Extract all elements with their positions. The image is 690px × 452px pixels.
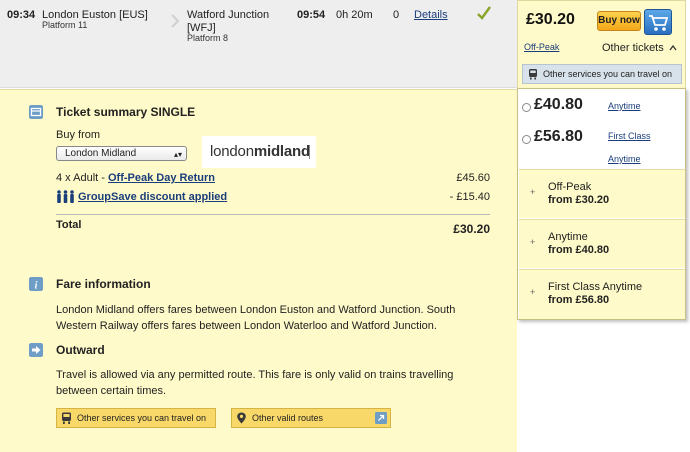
journey-changes: 0 [393, 9, 400, 21]
retailer-select[interactable]: London Midland ▴▾ [56, 146, 187, 161]
london-midland-logo: londonmidland [202, 136, 316, 168]
ticket-option-price: £40.80 [534, 96, 583, 113]
buy-from-label: Buy from [56, 129, 101, 141]
fare-family-price: from £40.80 [548, 244, 610, 256]
price-panel: £30.20 Buy now Off-Peak Other tickets Ot… [517, 0, 686, 88]
train-icon [62, 412, 71, 424]
departure-platform: Platform 11 [42, 20, 88, 30]
chevron-right-icon [171, 14, 180, 28]
journey-row[interactable]: 09:34 London Euston [EUS] Platform 11 Wa… [0, 0, 517, 88]
fare-family-name: Anytime [548, 231, 588, 243]
arrow-right-icon [29, 343, 43, 357]
summary-divider [56, 214, 490, 215]
fare-type-link[interactable]: Off-Peak [524, 42, 559, 52]
ticket-summary-panel: Ticket summary SINGLE Buy from London Mi… [0, 89, 517, 452]
fare-family-name: First Class Anytime [548, 281, 643, 293]
fare-family-anytime[interactable]: + Anytime from £40.80 [519, 219, 685, 268]
groupsave-link[interactable]: GroupSave discount applied [78, 191, 227, 203]
fare-line-prefix: 4 x Adult - [56, 172, 108, 184]
retailer-selected: London Midland [65, 148, 137, 159]
ticket-icon [29, 105, 43, 119]
other-services-bar[interactable]: Other services you can travel on [522, 64, 682, 84]
other-tickets-dropdown: £40.80 Anytime £56.80 First Class Anytim… [517, 88, 686, 320]
other-valid-routes-label: Other valid routes [252, 413, 324, 423]
expand-icon: + [530, 287, 536, 297]
arrival-platform: Platform 8 [187, 33, 229, 43]
other-services-label: Other services you can travel on [543, 69, 673, 79]
svg-text:i: i [35, 281, 38, 292]
ticket-option-anytime[interactable]: £40.80 Anytime [518, 95, 685, 123]
fare-name-link[interactable]: Off-Peak Day Return [108, 172, 215, 184]
ticket-option-type-link-2[interactable]: Anytime [608, 154, 641, 164]
ticket-option-first-class[interactable]: £56.80 First Class Anytime [518, 127, 685, 164]
fare-line: 4 x Adult - Off-Peak Day Return [56, 172, 215, 184]
ticket-option-radio[interactable] [522, 135, 531, 144]
ticket-option-price: £56.80 [534, 128, 583, 145]
arrival-station: Watford Junction [WFJ] [187, 9, 270, 34]
basket-button[interactable] [644, 9, 672, 35]
fare-family-off-peak[interactable]: + Off-Peak from £30.20 [519, 169, 685, 218]
selected-price: £30.20 [526, 11, 575, 28]
departure-time: 09:34 [7, 9, 36, 21]
fare-family-name: Off-Peak [548, 181, 592, 193]
total-amount: £30.20 [453, 222, 490, 236]
ticket-option-type-link[interactable]: Anytime [608, 101, 641, 111]
other-tickets-label: Other tickets [602, 42, 664, 54]
train-icon [529, 69, 537, 80]
other-services-button-label: Other services you can travel on [77, 413, 207, 423]
expand-icon: + [530, 237, 536, 247]
ticket-option-radio[interactable] [522, 103, 531, 112]
total-label: Total [56, 219, 82, 231]
outward-title: Outward [56, 343, 105, 357]
info-icon: i [29, 277, 43, 291]
outward-text: Travel is allowed via any permitted rout… [56, 369, 454, 397]
fare-amount: £45.60 [456, 172, 490, 184]
chevron-up-icon [669, 44, 677, 51]
other-valid-routes-button[interactable]: Other valid routes [231, 408, 391, 428]
arrival-time: 09:54 [297, 9, 326, 21]
fare-info-title: Fare information [56, 277, 151, 291]
basket-icon [649, 15, 669, 31]
fare-family-first-class-anytime[interactable]: + First Class Anytime from £56.80 [519, 269, 685, 319]
other-services-button[interactable]: Other services you can travel on [56, 408, 216, 428]
ticket-option-type-link[interactable]: First Class [608, 131, 651, 141]
group-icon [57, 190, 74, 203]
map-pin-icon [237, 412, 246, 424]
other-tickets-toggle[interactable]: Other tickets [602, 42, 677, 54]
details-link[interactable]: Details [414, 9, 448, 21]
ticket-summary-title: Ticket summary SINGLE [56, 105, 196, 119]
buy-now-button[interactable]: Buy now [597, 11, 641, 31]
checkmark-icon [477, 6, 492, 20]
external-link-icon [375, 412, 387, 424]
fare-info-text: London Midland offers fares between Lond… [56, 304, 456, 332]
expand-icon: + [530, 187, 536, 197]
fare-family-price: from £56.80 [548, 294, 610, 306]
fare-family-price: from £30.20 [548, 194, 610, 206]
journey-duration: 0h 20m [336, 9, 373, 21]
discount-amount: - £15.40 [449, 191, 490, 203]
select-arrows-icon: ▴▾ [173, 150, 182, 159]
discount-line: GroupSave discount applied [56, 190, 227, 203]
